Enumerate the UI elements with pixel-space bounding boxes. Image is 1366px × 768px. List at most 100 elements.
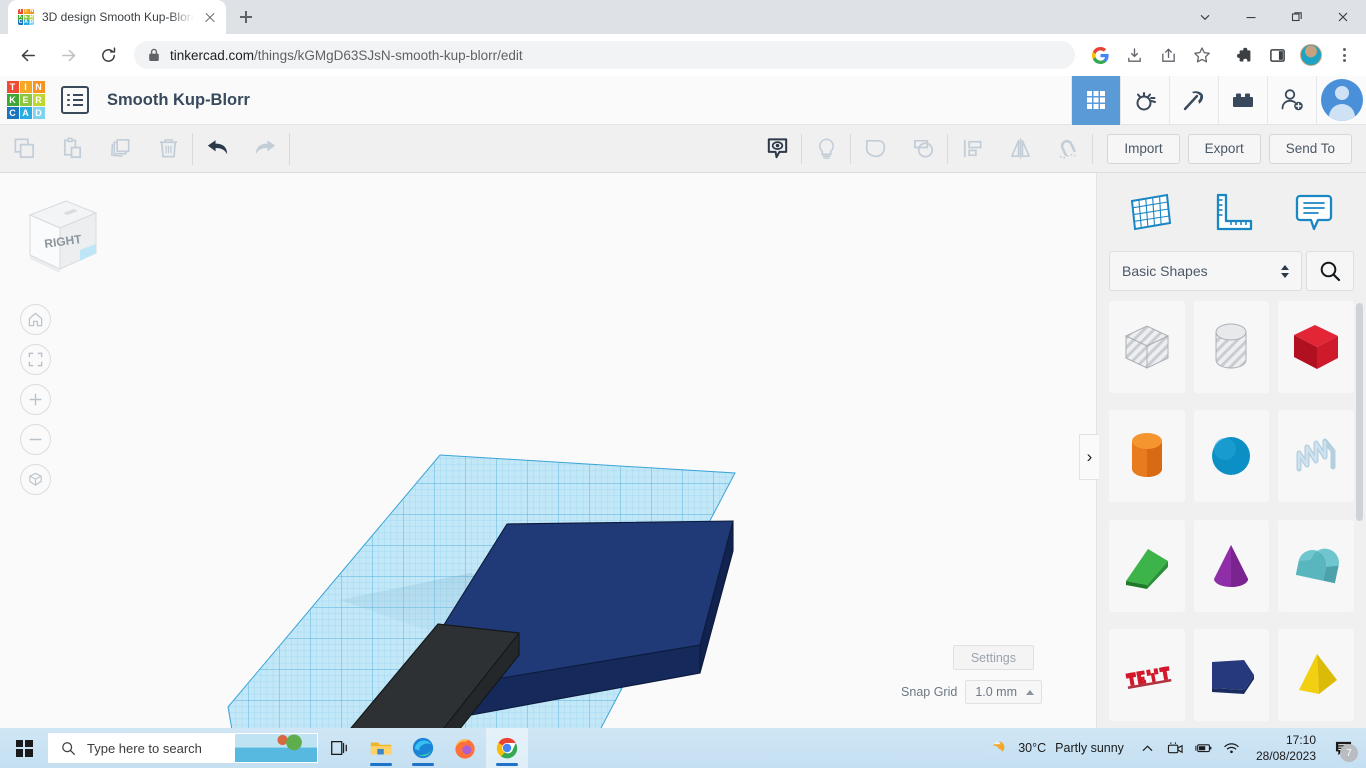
forward-button[interactable] (53, 40, 83, 70)
purple-cone-shape[interactable] (1194, 520, 1270, 612)
google-chrome-icon[interactable] (486, 728, 528, 768)
download-icon[interactable] (1120, 41, 1148, 69)
lego-brick-icon[interactable] (1218, 76, 1267, 125)
grid-3d-icon[interactable] (1071, 76, 1120, 125)
align-icon[interactable] (948, 125, 996, 173)
pickaxe-minecraft-icon[interactable] (1169, 76, 1218, 125)
import-button[interactable]: Import (1107, 134, 1179, 164)
chrome-minimize-chevron-icon[interactable] (1182, 0, 1228, 34)
windows-logo-icon (16, 740, 33, 757)
view-cube[interactable]: RIGHT (18, 193, 103, 278)
add-person-icon[interactable] (1267, 76, 1316, 125)
undo-icon[interactable] (193, 125, 241, 173)
teal-halfcylinder-shape[interactable] (1278, 520, 1354, 612)
paste-icon[interactable] (48, 125, 96, 173)
magnet-snap-icon[interactable] (1044, 125, 1092, 173)
red-text-shape[interactable] (1109, 629, 1185, 721)
home-view-icon[interactable] (20, 304, 51, 335)
caret-up-icon (1026, 690, 1034, 695)
snap-grid-value: 1.0 mm (975, 685, 1017, 699)
scribble-shape[interactable] (1278, 410, 1354, 502)
file-explorer-icon[interactable] (360, 728, 402, 768)
duplicate-icon[interactable] (96, 125, 144, 173)
notes-icon[interactable] (1285, 184, 1341, 240)
hole-cylinder-shape[interactable] (1194, 301, 1270, 393)
snap-grid-select[interactable]: 1.0 mm (965, 680, 1042, 704)
design-menu-button[interactable] (61, 86, 89, 114)
orange-cylinder-shape[interactable] (1109, 410, 1185, 502)
fit-to-view-icon[interactable] (20, 344, 51, 375)
bookmark-star-icon[interactable] (1188, 41, 1216, 69)
window-maximize-button[interactable] (1274, 0, 1320, 34)
redo-icon[interactable] (241, 125, 289, 173)
orthographic-toggle-icon[interactable] (20, 464, 51, 495)
shape-library-select[interactable]: Basic Shapes (1109, 251, 1302, 291)
task-view-icon[interactable] (318, 728, 360, 768)
blue-sphere-shape[interactable] (1194, 410, 1270, 502)
taskbar-search-input[interactable]: Type here to search (48, 733, 318, 763)
zoom-out-icon[interactable] (20, 424, 51, 455)
browser-toolbar: tinkercad.com/things/kGMgD63SJsN-smooth-… (0, 34, 1366, 76)
hole-box-shape[interactable] (1109, 301, 1185, 393)
close-tab-icon[interactable] (202, 9, 218, 25)
settings-button[interactable]: Settings (953, 645, 1034, 670)
copy-icon[interactable] (0, 125, 48, 173)
3d-canvas[interactable]: RIGHT Settings Snap Gri (0, 173, 1096, 730)
share-icon[interactable] (1154, 41, 1182, 69)
circuits-icon[interactable] (1120, 76, 1169, 125)
tinkercad-logo[interactable]: TIN KER CAD (0, 76, 51, 125)
chrome-menu-icon[interactable] (1330, 41, 1358, 69)
reload-button[interactable] (93, 40, 123, 70)
side-panel-icon[interactable] (1263, 41, 1291, 69)
navy-polygon-shape[interactable] (1194, 629, 1270, 721)
header-icon-group (1071, 76, 1366, 125)
browser-tab[interactable]: TIN KER CAD 3D design Smooth Kup-Blorr |… (8, 0, 226, 34)
ruler-icon[interactable] (1203, 184, 1259, 240)
scrollbar-thumb[interactable] (1356, 303, 1363, 521)
search-button[interactable] (1306, 251, 1354, 291)
mirror-icon[interactable] (996, 125, 1044, 173)
red-box-shape[interactable] (1278, 301, 1354, 393)
snap-grid-control: Snap Grid 1.0 mm (901, 680, 1042, 704)
yellow-pyramid-shape[interactable] (1278, 629, 1354, 721)
camera-icon[interactable] (1162, 728, 1190, 768)
window-close-button[interactable] (1320, 0, 1366, 34)
clock-date: 28/08/2023 (1256, 748, 1316, 764)
firefox-icon[interactable] (444, 728, 486, 768)
weather-widget[interactable]: 30°C Partly sunny (973, 737, 1134, 759)
design-title: Smooth Kup-Blorr (107, 91, 250, 110)
taskbar-clock[interactable]: 17:10 28/08/2023 (1246, 732, 1326, 764)
export-button[interactable]: Export (1188, 134, 1261, 164)
light-bulb-icon[interactable] (802, 125, 850, 173)
wifi-icon[interactable] (1218, 728, 1246, 768)
zoom-in-icon[interactable] (20, 384, 51, 415)
workplane-icon[interactable] (1122, 184, 1178, 240)
green-roof-shape[interactable] (1109, 520, 1185, 612)
profile-avatar[interactable] (1297, 41, 1325, 69)
google-lens-icon[interactable] (1086, 41, 1114, 69)
back-button[interactable] (13, 40, 43, 70)
shape-icon[interactable] (851, 125, 899, 173)
show-hide-eye-icon[interactable] (753, 125, 801, 173)
microsoft-edge-icon[interactable] (402, 728, 444, 768)
search-icon (61, 741, 76, 756)
user-avatar[interactable] (1316, 76, 1366, 125)
view-navigation-controls (20, 304, 51, 495)
group-icon[interactable] (899, 125, 947, 173)
new-tab-button[interactable] (232, 3, 260, 31)
notification-count-badge: 7 (1340, 744, 1358, 762)
window-minimize-button[interactable] (1228, 0, 1274, 34)
panel-scrollbar[interactable] (1356, 301, 1363, 729)
lock-icon (148, 48, 160, 62)
delete-icon[interactable] (144, 125, 192, 173)
panel-collapse-button[interactable]: › (1079, 434, 1099, 480)
address-bar[interactable]: tinkercad.com/things/kGMgD63SJsN-smooth-… (134, 41, 1075, 69)
start-button[interactable] (0, 728, 48, 768)
battery-icon[interactable] (1190, 728, 1218, 768)
show-hidden-icons-chevron-icon[interactable] (1134, 728, 1162, 768)
notification-center-button[interactable]: 7 (1326, 728, 1360, 768)
toolbar-divider (289, 133, 290, 165)
send-to-button[interactable]: Send To (1269, 134, 1352, 164)
extensions-icon[interactable] (1229, 41, 1257, 69)
search-thumbnail-image (235, 734, 317, 763)
